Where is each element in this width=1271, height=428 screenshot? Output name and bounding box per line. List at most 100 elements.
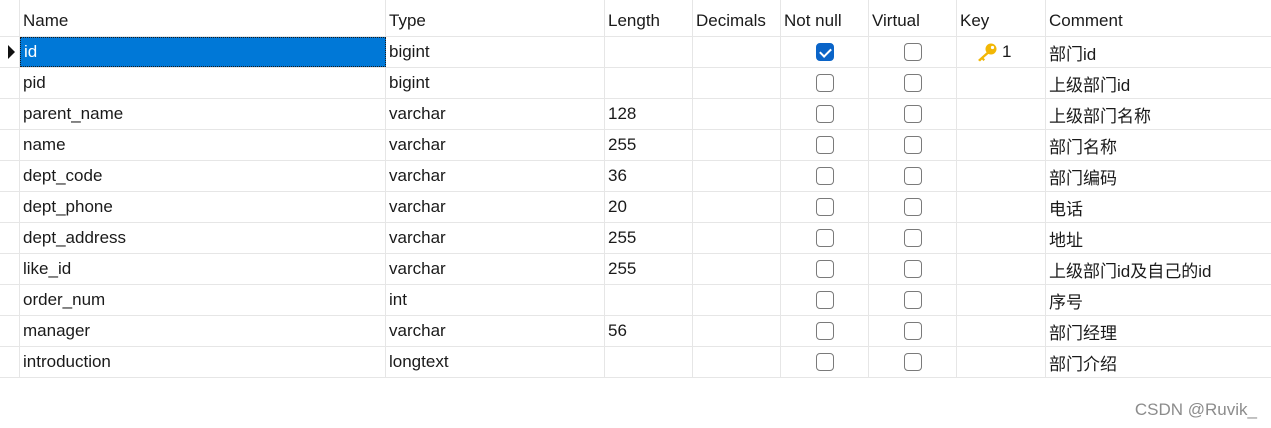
not-null-checkbox[interactable] <box>815 74 834 92</box>
field-decimals-cell[interactable] <box>693 161 781 191</box>
virtual-checkbox[interactable] <box>903 322 922 340</box>
table-row[interactable]: order_num int 序号 <box>0 285 1271 316</box>
virtual-checkbox[interactable] <box>903 74 922 92</box>
key-cell[interactable] <box>957 254 1046 284</box>
key-cell[interactable] <box>957 223 1046 253</box>
field-name-cell[interactable]: name <box>20 130 386 160</box>
row-indicator-cell[interactable] <box>0 254 20 284</box>
table-row[interactable]: dept_address varchar 255 地址 <box>0 223 1271 254</box>
field-name-cell[interactable]: manager <box>20 316 386 346</box>
field-comment-cell[interactable]: 部门名称 <box>1046 130 1271 160</box>
field-comment-cell[interactable]: 部门介绍 <box>1046 347 1271 377</box>
table-row[interactable]: dept_phone varchar 20 电话 <box>0 192 1271 223</box>
field-type-cell[interactable]: int <box>386 285 605 315</box>
table-row[interactable]: manager varchar 56 部门经理 <box>0 316 1271 347</box>
not-null-checkbox[interactable] <box>815 229 834 247</box>
field-name-cell[interactable]: pid <box>20 68 386 98</box>
field-name-cell[interactable]: like_id <box>20 254 386 284</box>
field-name-cell[interactable]: parent_name <box>20 99 386 129</box>
not-null-checkbox[interactable] <box>815 291 834 309</box>
field-comment-cell[interactable]: 电话 <box>1046 192 1271 222</box>
key-cell[interactable] <box>957 161 1046 191</box>
not-null-checkbox[interactable] <box>815 353 834 371</box>
row-indicator-cell[interactable] <box>0 347 20 377</box>
header-decimals[interactable]: Decimals <box>693 0 781 36</box>
field-length-cell[interactable]: 128 <box>605 99 693 129</box>
not-null-checkbox[interactable] <box>815 322 834 340</box>
table-row[interactable]: id bigint 1 部门id <box>0 37 1271 68</box>
row-indicator-cell[interactable] <box>0 192 20 222</box>
field-comment-cell[interactable]: 部门经理 <box>1046 316 1271 346</box>
field-type-cell[interactable]: varchar <box>386 99 605 129</box>
field-length-cell[interactable] <box>605 347 693 377</box>
virtual-checkbox[interactable] <box>903 260 922 278</box>
field-decimals-cell[interactable] <box>693 285 781 315</box>
field-decimals-cell[interactable] <box>693 254 781 284</box>
not-null-checkbox[interactable] <box>815 260 834 278</box>
row-indicator-cell[interactable] <box>0 161 20 191</box>
table-row[interactable]: pid bigint 上级部门id <box>0 68 1271 99</box>
field-decimals-cell[interactable] <box>693 223 781 253</box>
not-null-checkbox[interactable] <box>815 198 834 216</box>
row-indicator-cell[interactable] <box>0 99 20 129</box>
header-key[interactable]: Key <box>957 0 1046 36</box>
header-virtual[interactable]: Virtual <box>869 0 957 36</box>
row-indicator-cell[interactable] <box>0 68 20 98</box>
field-name-cell[interactable]: id <box>20 37 386 67</box>
row-indicator-cell[interactable] <box>0 37 20 67</box>
key-cell[interactable]: 1 <box>957 37 1046 67</box>
virtual-checkbox[interactable] <box>903 105 922 123</box>
field-type-cell[interactable]: varchar <box>386 161 605 191</box>
field-decimals-cell[interactable] <box>693 68 781 98</box>
field-type-cell[interactable]: bigint <box>386 37 605 67</box>
field-name-cell[interactable]: dept_code <box>20 161 386 191</box>
field-length-cell[interactable]: 255 <box>605 254 693 284</box>
virtual-checkbox[interactable] <box>903 353 922 371</box>
field-decimals-cell[interactable] <box>693 347 781 377</box>
field-name-cell[interactable]: order_num <box>20 285 386 315</box>
field-length-cell[interactable]: 255 <box>605 130 693 160</box>
field-type-cell[interactable]: varchar <box>386 316 605 346</box>
field-type-cell[interactable]: varchar <box>386 130 605 160</box>
field-decimals-cell[interactable] <box>693 316 781 346</box>
row-indicator-cell[interactable] <box>0 223 20 253</box>
virtual-checkbox[interactable] <box>903 43 922 61</box>
key-cell[interactable] <box>957 68 1046 98</box>
not-null-checkbox[interactable] <box>815 105 834 123</box>
virtual-checkbox[interactable] <box>903 229 922 247</box>
not-null-checkbox[interactable] <box>815 43 834 61</box>
field-comment-cell[interactable]: 部门编码 <box>1046 161 1271 191</box>
field-comment-cell[interactable]: 部门id <box>1046 37 1271 67</box>
header-name[interactable]: Name <box>20 0 386 36</box>
key-cell[interactable] <box>957 316 1046 346</box>
field-length-cell[interactable]: 56 <box>605 316 693 346</box>
row-indicator-cell[interactable] <box>0 316 20 346</box>
field-length-cell[interactable]: 20 <box>605 192 693 222</box>
field-comment-cell[interactable]: 上级部门id及自己的id <box>1046 254 1271 284</box>
field-decimals-cell[interactable] <box>693 37 781 67</box>
virtual-checkbox[interactable] <box>903 198 922 216</box>
field-comment-cell[interactable]: 上级部门id <box>1046 68 1271 98</box>
not-null-checkbox[interactable] <box>815 167 834 185</box>
field-decimals-cell[interactable] <box>693 130 781 160</box>
header-type[interactable]: Type <box>386 0 605 36</box>
key-cell[interactable] <box>957 347 1046 377</box>
field-type-cell[interactable]: varchar <box>386 254 605 284</box>
field-name-cell[interactable]: dept_phone <box>20 192 386 222</box>
key-cell[interactable] <box>957 130 1046 160</box>
header-not-null[interactable]: Not null <box>781 0 869 36</box>
field-name-cell[interactable]: introduction <box>20 347 386 377</box>
field-length-cell[interactable] <box>605 37 693 67</box>
field-comment-cell[interactable]: 上级部门名称 <box>1046 99 1271 129</box>
field-name-cell[interactable]: dept_address <box>20 223 386 253</box>
not-null-checkbox[interactable] <box>815 136 834 154</box>
field-type-cell[interactable]: bigint <box>386 68 605 98</box>
field-comment-cell[interactable]: 地址 <box>1046 223 1271 253</box>
field-length-cell[interactable] <box>605 285 693 315</box>
row-indicator-cell[interactable] <box>0 130 20 160</box>
field-comment-cell[interactable]: 序号 <box>1046 285 1271 315</box>
field-length-cell[interactable] <box>605 68 693 98</box>
header-length[interactable]: Length <box>605 0 693 36</box>
key-cell[interactable] <box>957 99 1046 129</box>
table-row[interactable]: parent_name varchar 128 上级部门名称 <box>0 99 1271 130</box>
